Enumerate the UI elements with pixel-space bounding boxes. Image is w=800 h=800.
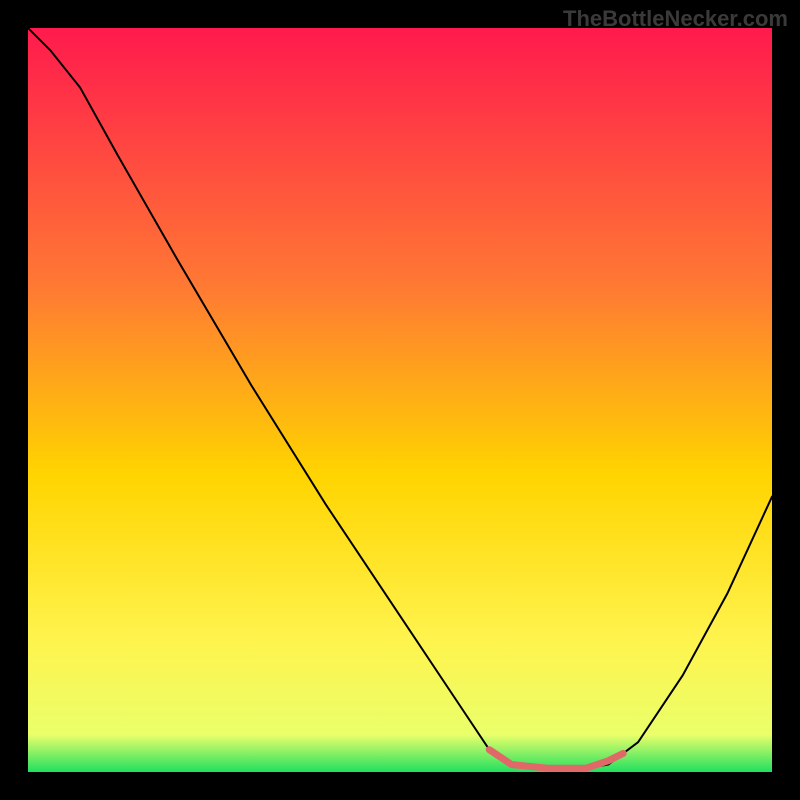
chart-background [28, 28, 772, 772]
chart-container [28, 28, 772, 772]
chart-plot [28, 28, 772, 772]
watermark-text: TheBottleNecker.com [563, 6, 788, 32]
